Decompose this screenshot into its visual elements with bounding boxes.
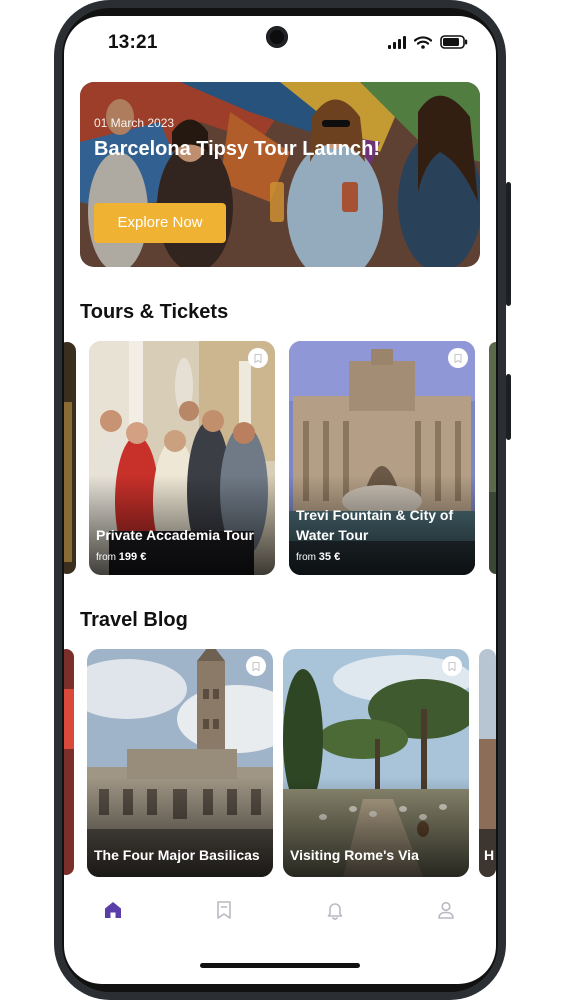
- tour-peek-photo: [489, 342, 496, 574]
- status-time: 13:21: [108, 32, 158, 53]
- nav-profile[interactable]: [432, 896, 460, 924]
- blog-card-peek-right[interactable]: H: [479, 649, 496, 877]
- bottom-nav: [64, 888, 496, 938]
- signal-icon: [388, 35, 406, 49]
- price-value: 199 €: [118, 551, 147, 563]
- blog-card-title: H: [484, 845, 494, 865]
- price-value: 35 €: [318, 551, 341, 563]
- blog-peek-photo: [64, 649, 74, 875]
- hero-banner[interactable]: 01 March 2023 Barcelona Tipsy Tour Launc…: [80, 82, 480, 267]
- tour-card-price: from 199 €: [96, 551, 146, 563]
- home-indicator[interactable]: [200, 963, 360, 968]
- status-icons: [388, 35, 468, 49]
- tour-card[interactable]: Private Accademia Tour from 199 €: [89, 341, 275, 575]
- blog-section-title: Travel Blog: [80, 609, 188, 631]
- explore-now-button[interactable]: Explore Now: [94, 203, 226, 243]
- phone-volume-button: [506, 374, 511, 440]
- home-icon: [105, 902, 121, 918]
- blog-card[interactable]: Visiting Rome's Via: [283, 649, 469, 877]
- price-prefix: from: [96, 552, 116, 563]
- tour-card-title: Private Accademia Tour: [96, 527, 254, 543]
- phone-side-button: [506, 182, 511, 306]
- front-camera: [266, 26, 288, 48]
- nav-notifications[interactable]: [321, 896, 349, 924]
- tours-section-title: Tours & Tickets: [80, 301, 229, 323]
- blog-peek-photo: [479, 649, 496, 877]
- tour-card[interactable]: Trevi Fountain & City of Water Tour from…: [289, 341, 475, 575]
- user-icon: [438, 901, 454, 919]
- bookmark-icon[interactable]: [448, 348, 468, 368]
- status-bar: 13:21: [64, 16, 496, 68]
- blog-card-peek-left[interactable]: [64, 649, 74, 875]
- tour-card-title: Trevi Fountain & City of Water Tour: [296, 507, 454, 543]
- tour-card-peek-right[interactable]: [489, 342, 496, 574]
- wifi-icon: [414, 35, 432, 49]
- bookmark-icon: [217, 901, 231, 919]
- blog-card-title: The Four Major Basilicas: [94, 847, 260, 863]
- price-prefix: from: [296, 552, 316, 563]
- bookmark-icon[interactable]: [248, 348, 268, 368]
- app-screen: 13:21 01 March 2023 Barcelona Tipsy Tour…: [64, 16, 496, 984]
- bell-icon: [327, 903, 343, 920]
- bookmark-icon[interactable]: [442, 656, 462, 676]
- nav-saved[interactable]: [210, 896, 238, 924]
- battery-icon: [440, 35, 468, 49]
- nav-home[interactable]: [99, 896, 127, 924]
- bookmark-icon[interactable]: [246, 656, 266, 676]
- tour-peek-photo: [64, 342, 76, 574]
- tour-card-peek-left[interactable]: [64, 342, 76, 574]
- tour-card-price: from 35 €: [296, 551, 340, 563]
- hero-date: 01 March 2023: [94, 116, 175, 130]
- blog-card-title: Visiting Rome's Via: [290, 847, 419, 863]
- hero-title: Barcelona Tipsy Tour Launch!: [94, 138, 380, 160]
- blog-card[interactable]: The Four Major Basilicas: [87, 649, 273, 877]
